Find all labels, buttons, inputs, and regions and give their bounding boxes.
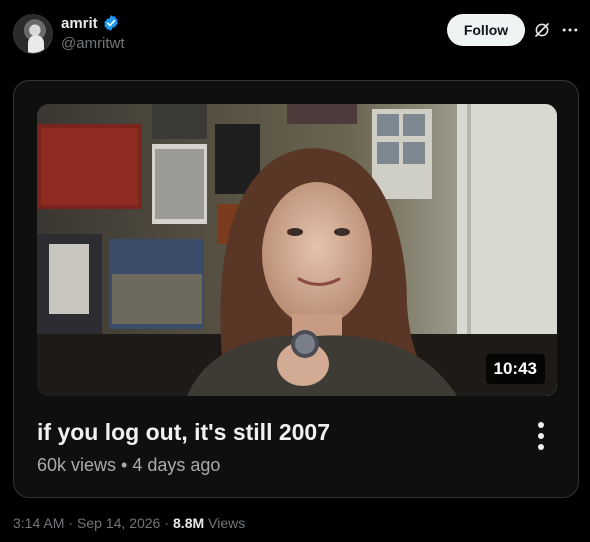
author-display-name[interactable]: amrit [61, 15, 98, 32]
author-name-row[interactable]: amrit [61, 14, 120, 32]
views-label: Views [208, 515, 246, 531]
kebab-menu-icon[interactable] [529, 419, 553, 453]
thumbnail-image [37, 104, 557, 396]
post-time[interactable]: 3:14 AM [13, 515, 64, 531]
separator: · [164, 515, 170, 531]
views-count: 8.8M [173, 515, 205, 531]
video-duration-badge: 10:43 [485, 354, 545, 384]
follow-button[interactable]: Follow [447, 14, 525, 46]
video-title[interactable]: if you log out, it's still 2007 [37, 419, 330, 446]
post-date[interactable]: Sep 14, 2026 [77, 515, 160, 531]
grok-icon[interactable] [533, 21, 551, 39]
video-thumbnail[interactable]: 10:43 [37, 104, 557, 396]
post-header: amrit @amritwt Follow [0, 0, 590, 70]
video-card[interactable]: 10:43 if you log out, it's still 2007 60… [13, 80, 579, 498]
more-icon[interactable] [560, 20, 580, 40]
avatar[interactable] [13, 14, 53, 54]
video-meta: 60k views • 4 days ago [37, 455, 221, 475]
separator: · [68, 515, 74, 531]
post-footer: 3:14 AM · Sep 14, 2026 · 8.8M Views [13, 515, 245, 531]
verified-badge-icon [104, 15, 118, 31]
author-handle[interactable]: @amritwt [61, 35, 125, 52]
